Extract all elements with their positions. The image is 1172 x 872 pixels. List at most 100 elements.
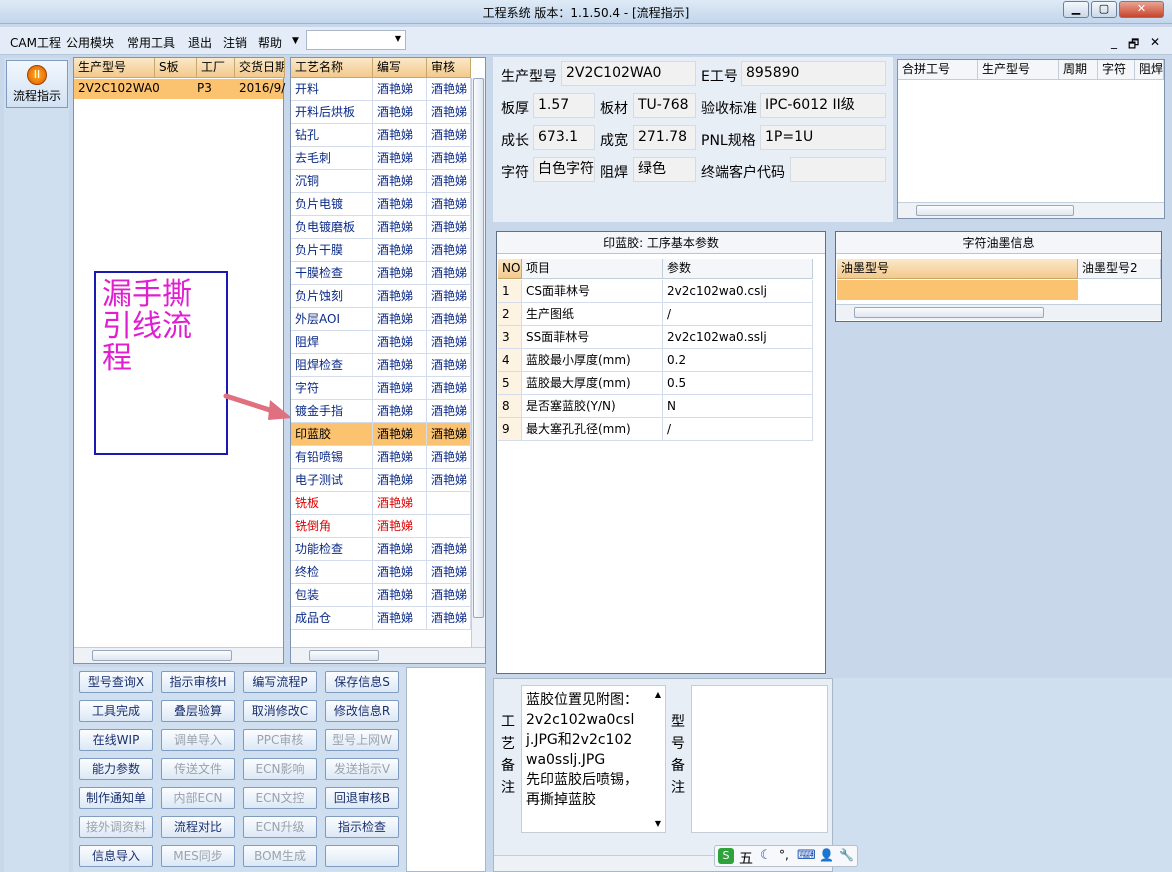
field-model[interactable]: 2V2C102WA0 [561,61,696,86]
action-button-14[interactable]: ECN影响 [243,758,317,780]
action-button-27[interactable] [325,845,399,867]
merge-hscrollbar[interactable] [898,202,1164,218]
merge-col-cycle[interactable]: 周期 [1059,60,1098,80]
table-row[interactable]: 功能检查 酒艳娣 酒艳娣 [291,538,471,561]
action-button-9[interactable]: 调单导入 [161,729,235,751]
process-col-reviewer[interactable]: 审核 [427,58,471,78]
table-row[interactable]: 5 蓝胶最大厚度(mm) 0.5 [498,372,813,395]
action-button-3[interactable]: 保存信息S [325,671,399,693]
scroll-thumb[interactable] [309,650,379,661]
action-button-22[interactable]: ECN升级 [243,816,317,838]
action-button-11[interactable]: 型号上网W [325,729,399,751]
params-col-item[interactable]: 项目 [522,259,663,279]
mdi-restore-icon[interactable]: 🗗 [1128,35,1139,56]
scroll-thumb[interactable] [92,650,232,661]
merge-col-mask[interactable]: 阻焊 [1135,60,1164,80]
menu-cam[interactable]: CAM工程 [10,34,61,51]
orders-col-s[interactable]: S板 [155,58,197,78]
menu-help[interactable]: 帮助 [258,34,282,51]
params-col-no[interactable]: NO [498,259,522,279]
scroll-thumb[interactable] [473,78,484,618]
field-thick[interactable]: 1.57 [533,93,595,118]
action-button-8[interactable]: 在线WIP [79,729,153,751]
table-row[interactable]: 外层AOI 酒艳娣 酒艳娣 [291,308,471,331]
mdi-minimize-icon[interactable]: _ [1111,35,1117,49]
moon-icon[interactable]: ☾ [760,848,772,863]
action-button-20[interactable]: 接外调资料 [79,816,153,838]
menu-logout[interactable]: 注销 [223,34,247,51]
table-row[interactable]: 包装 酒艳娣 酒艳娣 [291,584,471,607]
table-row[interactable]: 1 CS面菲林号 2v2c102wa0.cslj [498,280,813,303]
table-row[interactable]: 4 蓝胶最小厚度(mm) 0.2 [498,349,813,372]
action-button-18[interactable]: ECN文控 [243,787,317,809]
keyboard-icon[interactable]: ⌨ [797,848,816,863]
table-row[interactable]: 铣板 酒艳娣 [291,492,471,515]
flow-indicator-button[interactable]: II 流程指示 [6,60,68,108]
minimize-icon[interactable]: ▁ [1063,1,1089,18]
merge-col-model[interactable]: 生产型号 [978,60,1059,80]
field-eng[interactable]: 895890 [741,61,886,86]
action-button-21[interactable]: 流程对比 [161,816,235,838]
proc-remark-text-area[interactable]: 蓝胶位置见附图：2v2c102wa0cslj.JPG和2v2c102wa0ssl… [521,685,666,833]
scroll-thumb[interactable] [916,205,1074,216]
merge-col-eng[interactable]: 合拼工号 [898,60,978,80]
mdi-close-icon[interactable]: ✕ [1150,35,1160,49]
scroll-thumb[interactable] [854,307,1044,318]
menu-exit[interactable]: 退出 [188,34,212,51]
table-row[interactable]: 负电镀磨板 酒艳娣 酒艳娣 [291,216,471,239]
process-col-name[interactable]: 工艺名称 [291,58,373,78]
table-row[interactable]: 负片蚀刻 酒艳娣 酒艳娣 [291,285,471,308]
table-row[interactable]: 9 最大塞孔孔径(mm) / [498,418,813,441]
process-vscrollbar[interactable] [471,78,485,648]
ime-mode-icon[interactable]: 五 [739,848,753,868]
field-char[interactable]: 白色字符 [533,157,595,182]
menu-public[interactable]: 公用模块 [66,34,114,51]
table-row[interactable]: 沉铜 酒艳娣 酒艳娣 [291,170,471,193]
table-row[interactable]: 开料 酒艳娣 酒艳娣 [291,78,471,101]
params-col-value[interactable]: 参数 [663,259,813,279]
table-row[interactable]: 2 生产图纸 / [498,303,813,326]
scroll-up-icon[interactable]: ▲ [655,690,661,699]
ink-col-model2[interactable]: 油墨型号2 [1078,259,1161,279]
action-button-23[interactable]: 指示检查 [325,816,399,838]
table-row[interactable]: 阻焊检查 酒艳娣 酒艳娣 [291,354,471,377]
table-row[interactable]: 镀金手指 酒艳娣 酒艳娣 [291,400,471,423]
action-button-16[interactable]: 制作通知单 [79,787,153,809]
table-row[interactable]: 阻焊 酒艳娣 酒艳娣 [291,331,471,354]
orders-col-date[interactable]: 交货日期 [235,58,285,78]
field-cust[interactable] [790,157,886,182]
table-row[interactable]: 印蓝胶 酒艳娣 酒艳娣 [291,423,471,446]
maximize-icon[interactable]: ▢ [1091,1,1117,18]
orders-col-factory[interactable]: 工厂 [197,58,235,78]
table-row[interactable]: 钻孔 酒艳娣 酒艳娣 [291,124,471,147]
table-row[interactable]: 去毛刺 酒艳娣 酒艳娣 [291,147,471,170]
action-button-10[interactable]: PPC审核 [243,729,317,751]
action-button-26[interactable]: BOM生成 [243,845,317,867]
field-mat[interactable]: TU-768 [633,93,696,118]
action-button-7[interactable]: 修改信息R [325,700,399,722]
field-wid[interactable]: 271.78 [633,125,696,150]
table-row[interactable]: 成品仓 酒艳娣 酒艳娣 [291,607,471,630]
field-std[interactable]: IPC-6012 II级 [760,93,886,118]
action-button-6[interactable]: 取消修改C [243,700,317,722]
field-pnl[interactable]: 1P=1U [760,125,886,150]
field-mask[interactable]: 绿色 [633,157,696,182]
model-remark-text-area[interactable] [691,685,828,833]
menu-tools[interactable]: 常用工具 [127,34,175,51]
table-row[interactable]: 开料后烘板 酒艳娣 酒艳娣 [291,101,471,124]
process-hscrollbar[interactable] [291,647,485,663]
table-row[interactable]: 终检 酒艳娣 酒艳娣 [291,561,471,584]
process-col-writer[interactable]: 编写 [373,58,427,78]
table-row[interactable]: 负片电镀 酒艳娣 酒艳娣 [291,193,471,216]
table-row[interactable]: 2V2C102WA0 P3 2016/9/ [74,79,285,99]
wrench-icon[interactable]: 🔧 [839,848,854,862]
action-button-24[interactable]: 信息导入 [79,845,153,867]
action-button-13[interactable]: 传送文件 [161,758,235,780]
action-button-5[interactable]: 叠层验算 [161,700,235,722]
punctuation-icon[interactable]: °, [779,848,789,862]
chevron-down-icon[interactable]: ▼ [292,36,299,46]
table-row[interactable]: 8 是否塞蓝胶(Y/N) N [498,395,813,418]
action-button-0[interactable]: 型号查询X [79,671,153,693]
close-icon[interactable]: ✕ [1119,1,1164,18]
action-button-17[interactable]: 内部ECN [161,787,235,809]
